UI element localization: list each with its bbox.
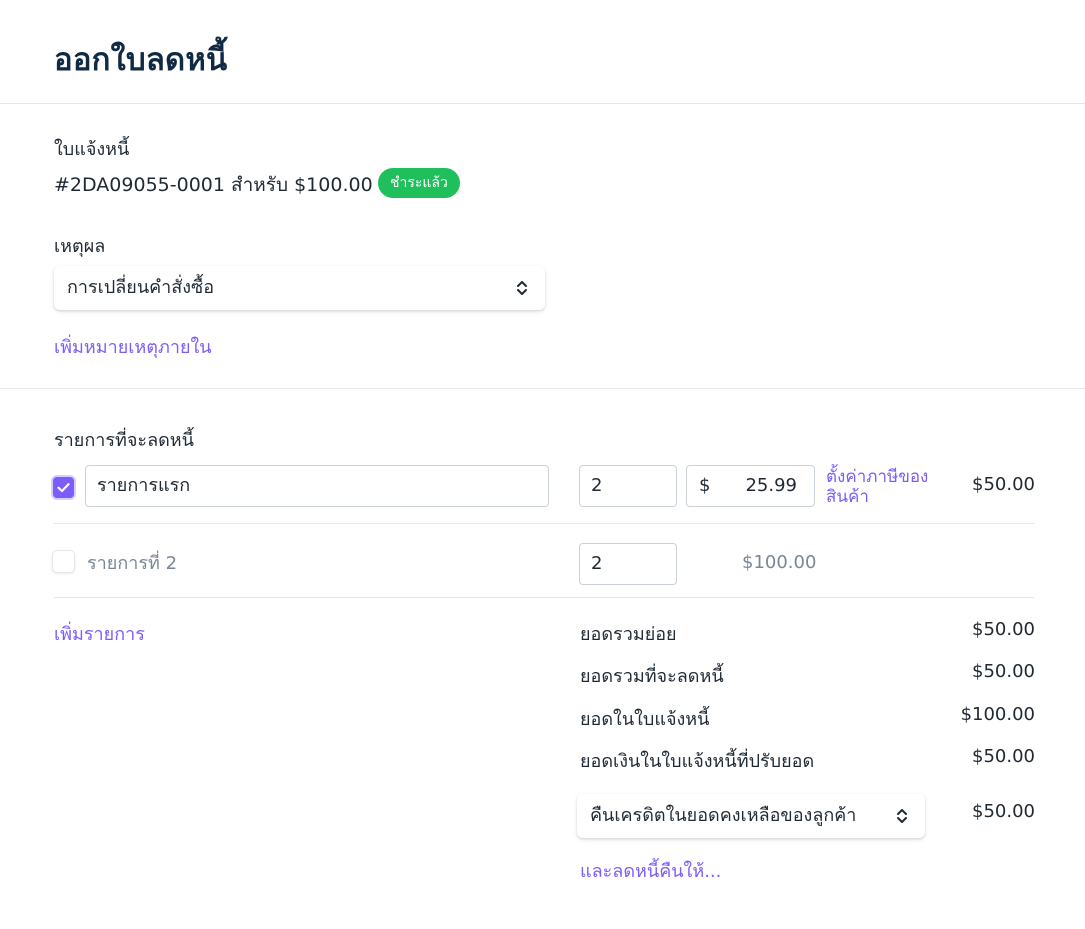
item-2-name: รายการที่ 2 [87, 553, 178, 574]
summary-invoice-amount-value: $100.00 [960, 704, 1035, 725]
item-2-quantity-input[interactable]: 2 [579, 543, 677, 585]
row-divider [54, 597, 1034, 598]
reason-select-value: การเปลี่ยนคำสั่งซื้อ [67, 277, 215, 298]
summary-invoice-amount-label: ยอดในใบแจ้งหนี้ [580, 709, 710, 730]
currency-symbol: $ [699, 475, 711, 496]
chevron-up-down-icon [517, 281, 527, 295]
invoice-label: ใบแจ้งหนี้ [54, 139, 130, 160]
item-2-unit-price: $100.00 [742, 552, 817, 573]
summary-adjusted-amount-label: ยอดเงินในใบแจ้งหนี้ที่ปรับยอด [580, 751, 815, 772]
item-1-amount: $50.00 [972, 474, 1035, 495]
header-divider [0, 103, 1085, 104]
add-internal-note-link[interactable]: เพิ่มหมายเหตุภายใน [54, 332, 212, 361]
item-1-unit-price-input[interactable]: $ 25.99 [686, 465, 815, 507]
item-1-unit-price-value: 25.99 [745, 475, 797, 496]
invoice-description: #2DA09055-0001 สำหรับ $100.00 [54, 174, 373, 196]
page-title: ออกใบลดหนี้ [54, 42, 228, 78]
reason-label: เหตุผล [54, 236, 106, 257]
item-2-checkbox[interactable] [53, 551, 74, 572]
item-1-checkbox[interactable] [53, 477, 74, 498]
summary-credit-total-label: ยอดรวมที่จะลดหนี้ [580, 666, 724, 687]
summary-subtotal-value: $50.00 [972, 619, 1035, 640]
summary-subtotal-label: ยอดรวมย่อย [580, 624, 677, 645]
additional-refund-link[interactable]: และลดหนี้คืนให้... [580, 856, 721, 885]
item-1-name-input[interactable]: รายการแรก [85, 465, 549, 507]
reason-select[interactable]: การเปลี่ยนคำสั่งซื้อ [54, 266, 545, 310]
item-1-tax-settings-link[interactable]: ตั้งค่าภาษีของสินค้า [826, 467, 948, 507]
row-divider [54, 523, 1034, 524]
summary-credit-total-value: $50.00 [972, 661, 1035, 682]
status-badge: ชำระแล้ว [378, 168, 460, 198]
refund-amount: $50.00 [972, 801, 1035, 822]
item-1-quantity-input[interactable]: 2 [579, 465, 677, 507]
summary-adjusted-amount-value: $50.00 [972, 746, 1035, 767]
section-divider [0, 388, 1085, 389]
refund-method-value: คืนเครดิตในยอดคงเหลือของลูกค้า [590, 805, 857, 826]
items-section-label: รายการที่จะลดหนี้ [54, 430, 194, 451]
add-item-link[interactable]: เพิ่มรายการ [54, 619, 145, 648]
refund-method-select[interactable]: คืนเครดิตในยอดคงเหลือของลูกค้า [577, 794, 925, 838]
chevron-up-down-icon [897, 809, 907, 823]
check-icon [57, 483, 70, 493]
